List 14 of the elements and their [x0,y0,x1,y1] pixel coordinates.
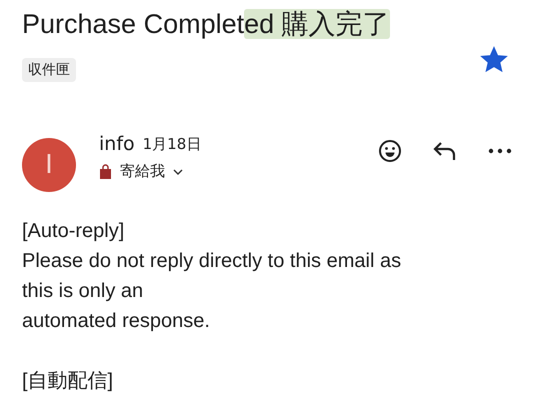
message-paragraph: [自動配信] [22,369,114,394]
email-subject: Purchase Completed 購入完了 [22,8,390,41]
chevron-down-icon[interactable] [173,168,183,174]
sender-name: info [99,133,135,155]
recipient-label: 寄給我 [120,162,165,181]
sender-avatar: I [22,138,76,192]
emoji-icon[interactable] [378,139,402,163]
message-date: 1月18日 [142,134,202,154]
more-icon[interactable] [488,148,512,154]
shopping-bag-icon [99,164,112,179]
reply-icon[interactable] [432,140,458,162]
message-paragraph: [Auto-reply] Please do not reply directly to this email as this is only an automated response. [22,219,402,334]
star-icon[interactable] [480,46,508,74]
label-chip[interactable]: 収件匣 [22,58,76,82]
